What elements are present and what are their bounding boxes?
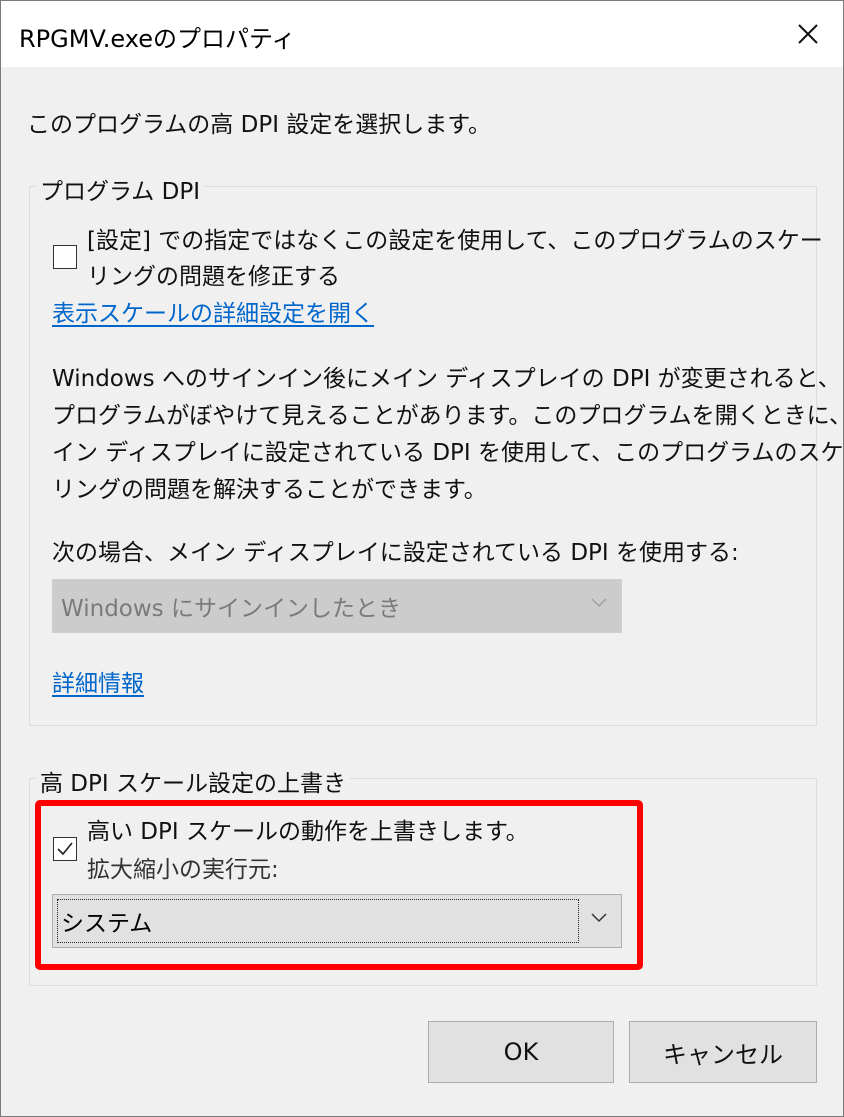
cancel-button[interactable]: キャンセル <box>629 1021 817 1083</box>
override-legend: 高 DPI スケール設定の上書き <box>36 764 350 798</box>
close-button[interactable] <box>785 11 831 57</box>
when-dropdown[interactable]: Windows にサインインしたとき <box>52 579 622 633</box>
advanced-scale-link[interactable]: 表示スケールの詳細設定を開く <box>52 296 374 332</box>
window-title: RPGMV.exeのプロパティ <box>19 25 296 53</box>
description-line-1: Windows へのサインイン後にメイン ディスプレイの DPI が変更されると… <box>52 366 841 392</box>
when-label: 次の場合、メイン ディスプレイに設定されている DPI を使用する: <box>52 540 739 566</box>
use-setting-checkbox[interactable] <box>53 245 77 269</box>
description-line-4: リングの問題を解決することができます。 <box>52 477 487 503</box>
ok-button[interactable]: OK <box>428 1021 614 1083</box>
title-bar: RPGMV.exeのプロパティ <box>1 1 843 67</box>
when-dropdown-value: Windows にサインインしたとき <box>61 596 401 622</box>
close-icon <box>798 24 818 44</box>
intro-text: このプログラムの高 DPI 設定を選択します。 <box>27 112 491 138</box>
cancel-button-label: キャンセル <box>663 1040 783 1069</box>
more-info-link[interactable]: 詳細情報 <box>52 666 144 702</box>
description-line-2: プログラムがぼやけて見えることがあります。このプログラムを開くときに、メ <box>52 403 844 429</box>
use-setting-label-line2[interactable]: リングの問題を修正する <box>87 259 340 295</box>
use-setting-label-line1[interactable]: [設定] での指定ではなくこの設定を使用して、このプログラムのスケー <box>87 223 823 259</box>
properties-dialog: RPGMV.exeのプロパティ このプログラムの高 DPI 設定を選択します。 … <box>0 0 844 1117</box>
red-highlight-box <box>35 800 643 970</box>
description-line-3: イン ディスプレイに設定されている DPI を使用して、このプログラムのスケー <box>52 440 844 466</box>
ok-button-label: OK <box>503 1038 539 1066</box>
program-dpi-legend: プログラム DPI <box>36 172 204 206</box>
chevron-down-icon <box>591 598 607 608</box>
